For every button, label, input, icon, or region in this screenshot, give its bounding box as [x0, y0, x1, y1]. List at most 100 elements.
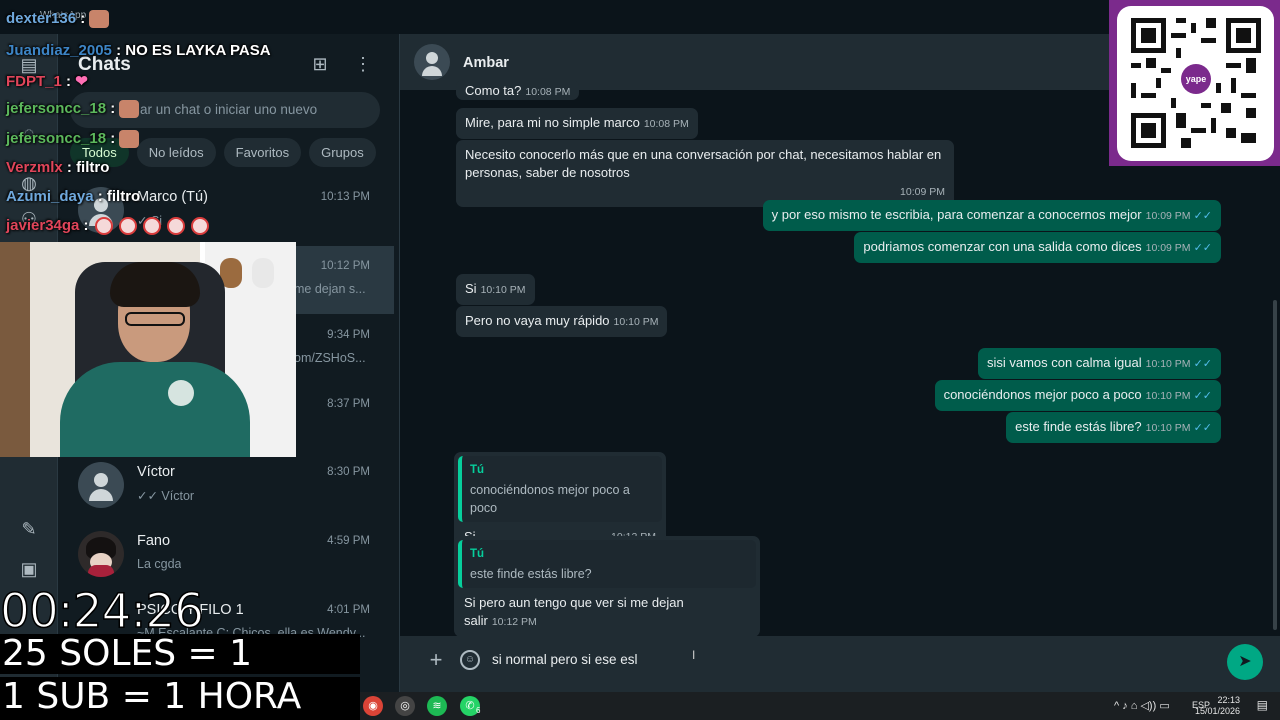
no-emote-icon	[190, 217, 209, 236]
conversation-scrollbar[interactable]	[1273, 300, 1277, 630]
promo-soles: 25 SOLES = 1 HORA	[0, 634, 360, 714]
attach-plus-icon[interactable]: +	[424, 648, 448, 672]
tray-icons[interactable]: ^ ♪ ⌂ ◁)) ▭	[1114, 699, 1170, 712]
chat-time: 4:01 PM	[327, 604, 370, 616]
chat-time: 4:59 PM	[327, 535, 370, 547]
message-text: conociéndonos mejor poco a poco	[943, 387, 1142, 402]
message-time: 10:10 PM	[480, 284, 526, 296]
no-emote-icon	[166, 217, 185, 236]
chat-name: Víctor	[137, 464, 175, 480]
chat-preview: ✓✓ Víctor	[137, 489, 195, 503]
chat-time: 10:12 PM	[320, 260, 370, 272]
text-cursor-icon: I	[692, 648, 696, 662]
obs-icon[interactable]: ◎	[395, 696, 415, 716]
media-icon[interactable]: ▣	[18, 558, 40, 580]
chat-row-victor[interactable]: Víctor 8:30 PM ✓✓ Víctor	[58, 452, 394, 520]
stream-chat-line: Azumi_daya : filtro	[6, 188, 141, 205]
message-time: 10:09 PM	[1145, 210, 1191, 222]
message-composer: + ☺ si normal pero si ese esl ➤	[400, 636, 1280, 692]
message-outgoing[interactable]: podriamos comenzar con una salida como d…	[854, 232, 1221, 263]
message-outgoing[interactable]: sisi vamos con calma igual 10:10 PM ✓✓	[977, 348, 1221, 379]
message-text: Pero no vaya muy rápido	[465, 313, 610, 328]
message-incoming[interactable]: Pero no vaya muy rápido 10:10 PM	[456, 306, 668, 337]
avatar	[78, 531, 124, 577]
filter-favorites[interactable]: Favoritos	[223, 138, 302, 167]
clock-time: 22:13	[1217, 695, 1240, 705]
message-time: 10:09 PM	[900, 186, 945, 198]
yape-logo: yape	[1181, 64, 1211, 94]
message-incoming[interactable]: Mire, para mi no simple marco 10:08 PM	[456, 108, 698, 139]
message-input[interactable]: si normal pero si ese esl	[492, 652, 638, 667]
face-emote-icon	[89, 10, 110, 29]
message-time: 10:12 PM	[491, 616, 537, 628]
message-time: 10:10 PM	[1145, 358, 1191, 370]
promo-sub: 1 SUB = 1 HORA	[0, 677, 360, 720]
stream-chat-line: FDPT_1 : ❤	[6, 73, 88, 90]
chat-preview: om/ZSHoS...	[294, 351, 366, 365]
contact-name[interactable]: Ambar	[463, 55, 509, 71]
double-check-icon: ✓✓	[1193, 390, 1212, 402]
message-outgoing[interactable]: este finde estás libre? 10:10 PM ✓✓	[1006, 412, 1221, 443]
no-emote-icon	[142, 217, 161, 236]
stream-chat-line: Juandiaz_2005 : NO ES LAYKA PASA	[6, 42, 271, 59]
clock[interactable]: 22:13 15/01/2026	[1195, 695, 1240, 717]
chat-preview: me dejan s...	[294, 282, 366, 296]
message-text: Si	[465, 281, 477, 296]
message-text: podriamos comenzar con una salida como d…	[863, 239, 1142, 254]
message-text: Mire, para mi no simple marco	[465, 115, 640, 130]
clock-date: 15/01/2026	[1194, 706, 1240, 716]
chat-row-fano[interactable]: Fano 4:59 PM La cgda	[58, 521, 394, 589]
message-text: y por eso mismo te escribia, para comenz…	[771, 207, 1142, 222]
message-text: Como ta?	[465, 83, 522, 98]
message-time: 10:09 PM	[1145, 242, 1191, 254]
quote-author: Tú	[470, 548, 485, 560]
message-text: sisi vamos con calma igual	[986, 355, 1142, 370]
notification-icon[interactable]: ▤	[1257, 698, 1268, 712]
chat-preview: La cgda	[137, 557, 182, 571]
message-time: 10:10 PM	[1145, 422, 1191, 434]
message-incoming[interactable]: Si 10:10 PM	[456, 274, 535, 305]
quote-text: conociéndonos mejor poco a poco	[470, 483, 630, 515]
message-incoming-reply[interactable]: Tú este finde estás libre? Si pero aun t…	[454, 536, 760, 637]
message-time: 10:10 PM	[1145, 390, 1191, 402]
spotify-icon[interactable]: ≋	[427, 696, 447, 716]
chrome-icon[interactable]: ◉	[363, 696, 383, 716]
chat-time: 10:13 PM	[320, 191, 370, 203]
message-incoming[interactable]: Necesito conocerlo más que en una conver…	[456, 140, 954, 207]
quoted-message[interactable]: Tú conociéndonos mejor poco a poco	[458, 456, 662, 522]
message-incoming[interactable]: Como ta? 10:08 PM	[456, 80, 580, 100]
no-emote-icon	[94, 217, 113, 236]
message-time: 10:08 PM	[525, 86, 571, 98]
sticker-emoji-icon[interactable]: ☺	[460, 650, 480, 670]
double-check-icon: ✓✓	[1193, 422, 1212, 434]
qr-overlay: yape	[1109, 0, 1280, 166]
whatsapp-badge: 6	[476, 706, 481, 715]
chat-name: Marco (Tú)	[137, 189, 208, 205]
heart-emote-icon: ❤	[75, 73, 88, 90]
send-button[interactable]: ➤	[1227, 644, 1263, 680]
message-text: este finde estás libre?	[1015, 419, 1142, 434]
double-check-icon: ✓✓	[1193, 358, 1212, 370]
message-outgoing[interactable]: y por eso mismo te escribia, para comenz…	[762, 200, 1221, 231]
chat-time: 8:30 PM	[327, 466, 370, 478]
new-chat-icon[interactable]: ⊞	[308, 52, 332, 76]
quote-author: Tú	[470, 464, 485, 476]
no-emote-icon	[118, 217, 137, 236]
chat-time: 9:34 PM	[327, 329, 370, 341]
contact-avatar[interactable]	[414, 44, 450, 80]
webcam-feed	[0, 242, 296, 457]
face-emote-icon	[119, 100, 140, 119]
filter-unread[interactable]: No leídos	[136, 138, 216, 167]
quoted-message[interactable]: Tú este finde estás libre?	[458, 540, 756, 588]
filter-groups[interactable]: Grupos	[309, 138, 376, 167]
edit-icon[interactable]: ✎	[18, 518, 40, 540]
chat-time: 8:37 PM	[327, 398, 370, 410]
screen: WhatsApp ▤ ◌ ◍ ⚇ ✎ ▣ Chats ⊞ ⋮ ar un cha…	[0, 0, 1280, 720]
double-check-icon: ✓✓	[1193, 242, 1212, 254]
stream-chat-line: jefersoncc_18 :	[6, 100, 140, 119]
face-emote-icon	[119, 130, 140, 149]
menu-icon[interactable]: ⋮	[351, 52, 375, 76]
double-check-icon: ✓✓	[1193, 210, 1212, 222]
message-outgoing[interactable]: conociéndonos mejor poco a poco 10:10 PM ✓…	[934, 380, 1221, 411]
chat-name: Fano	[137, 533, 171, 549]
